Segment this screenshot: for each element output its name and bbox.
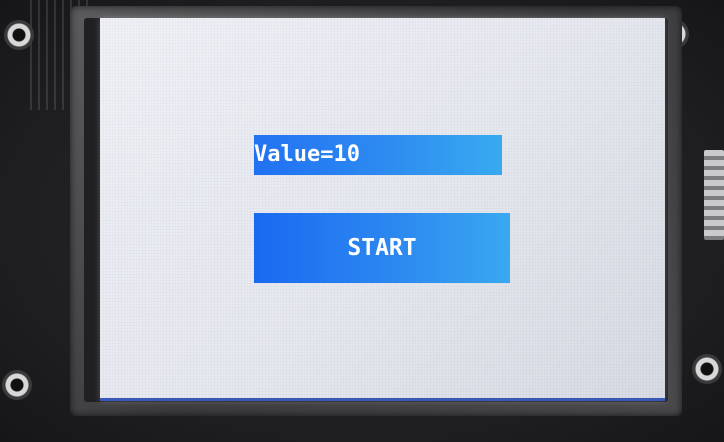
mounting-hole-bottom-left — [2, 370, 32, 400]
mounting-hole-bottom-right — [692, 354, 722, 384]
lcd-screen: Value=10 START — [100, 18, 665, 401]
device-photo: Value=10 START — [0, 0, 724, 442]
start-button[interactable]: START — [254, 213, 510, 283]
value-label: Value=10 — [254, 135, 502, 175]
mounting-hole-top-left — [4, 20, 34, 50]
side-connector — [704, 150, 724, 240]
